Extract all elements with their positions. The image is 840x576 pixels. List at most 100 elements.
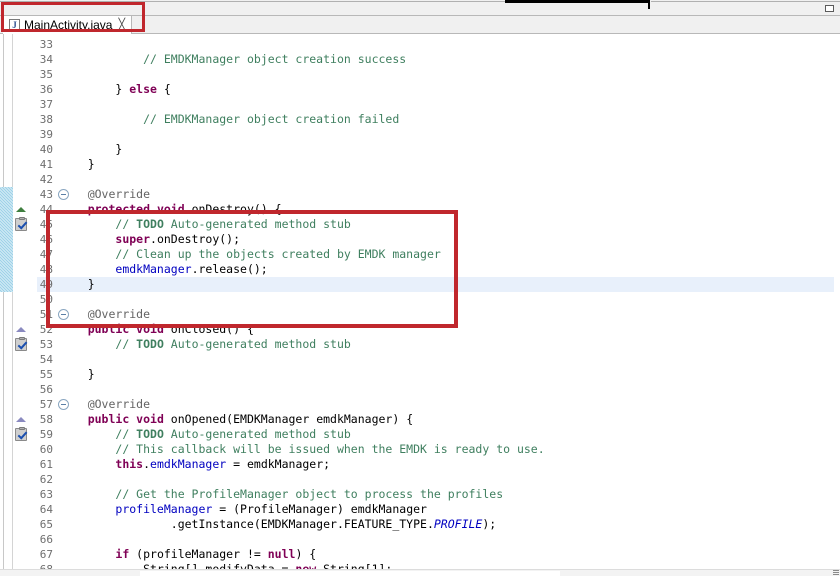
code-editor[interactable]: 3334353637383940414243444546474849505152… <box>0 34 840 576</box>
code-token: // <box>115 427 136 441</box>
toolbar-divider-left <box>0 1 505 2</box>
code-token: } <box>60 367 95 381</box>
line-number: 62 <box>40 472 53 487</box>
vertical-scrollbar[interactable] <box>834 34 840 576</box>
code-token: // <box>115 217 136 231</box>
eclipse-java-editor-window: MainActivity.java ╳ 33343536373839404142… <box>0 0 840 576</box>
code-token: = emdkManager; <box>226 457 330 471</box>
code-token <box>60 232 115 246</box>
line-number: 66 <box>40 532 53 547</box>
code-line[interactable]: } <box>60 142 122 157</box>
code-token <box>60 502 115 516</box>
code-token <box>60 322 88 336</box>
code-line[interactable]: protected void onDestroy() { <box>60 202 282 217</box>
code-line[interactable]: .getInstance(EMDKManager.FEATURE_TYPE.PR… <box>60 517 496 532</box>
code-line[interactable]: profileManager = (ProfileManager) emdkMa… <box>60 502 427 517</box>
code-line[interactable]: this.emdkManager = emdkManager; <box>60 457 330 472</box>
code-token <box>60 547 115 561</box>
line-number: 60 <box>40 442 53 457</box>
code-token: null <box>268 547 296 561</box>
code-token: ); <box>482 517 496 531</box>
line-number: 49 <box>40 277 53 292</box>
code-token <box>60 412 88 426</box>
code-line[interactable]: // TODO Auto-generated method stub <box>60 337 351 352</box>
code-token: // Get the ProfileManager object to proc… <box>115 487 503 501</box>
line-number: 56 <box>40 382 53 397</box>
line-number-ruler: 3334353637383940414243444546474849505152… <box>14 34 56 576</box>
code-line[interactable]: public void onOpened(EMDKManager emdkMan… <box>60 412 413 427</box>
code-line[interactable]: // Clean up the objects created by EMDK … <box>60 247 441 262</box>
java-file-icon <box>9 19 20 32</box>
tab-mainactivity-java[interactable]: MainActivity.java ╳ <box>3 16 132 34</box>
code-line[interactable]: super.onDestroy(); <box>60 232 240 247</box>
annotation-ruler[interactable] <box>0 34 13 576</box>
code-token: Auto-generated method stub <box>164 337 351 351</box>
code-line[interactable]: // EMDKManager object creation success <box>60 52 406 67</box>
code-line[interactable]: @Override <box>60 397 150 412</box>
code-token: // This callback will be issued when the… <box>115 442 544 456</box>
code-token: super <box>115 232 150 246</box>
code-line[interactable]: } <box>60 367 95 382</box>
code-line[interactable]: if (profileManager != null) { <box>60 547 316 562</box>
code-line[interactable]: @Override <box>60 187 150 202</box>
code-token: emdkManager <box>115 262 191 276</box>
code-token: // Clean up the objects created by EMDK … <box>115 247 440 261</box>
code-token <box>60 307 88 321</box>
code-token: // <box>115 337 136 351</box>
code-line[interactable]: // TODO Auto-generated method stub <box>60 217 351 232</box>
line-number: 44 <box>40 202 53 217</box>
code-token: .release(); <box>192 262 268 276</box>
line-number: 42 <box>40 172 53 187</box>
code-line[interactable]: // Get the ProfileManager object to proc… <box>60 487 503 502</box>
close-x-icon[interactable]: ╳ <box>118 17 125 33</box>
code-token: onDestroy() { <box>185 202 282 216</box>
code-token: } <box>60 82 129 96</box>
code-line[interactable]: // EMDKManager object creation failed <box>60 112 399 127</box>
code-line[interactable]: } else { <box>60 82 171 97</box>
code-token: onClosed() { <box>164 322 254 336</box>
occurrence-annotation-band[interactable] <box>0 187 13 292</box>
code-line[interactable]: // TODO Auto-generated method stub <box>60 427 351 442</box>
line-number: 40 <box>40 142 53 157</box>
code-line[interactable]: emdkManager.release(); <box>60 262 268 277</box>
restore-window-icon[interactable] <box>825 5 834 12</box>
code-token <box>60 457 115 471</box>
code-line[interactable]: public void onClosed() { <box>60 322 254 337</box>
resize-grip-icon[interactable] <box>833 569 839 575</box>
code-token: // EMDKManager object creation success <box>143 52 406 66</box>
line-number: 61 <box>40 457 53 472</box>
line-number: 45 <box>40 217 53 232</box>
toolbar-strip <box>0 0 840 16</box>
code-token: TODO <box>136 427 164 441</box>
horizontal-scrollbar[interactable] <box>0 569 840 576</box>
code-token: public void <box>88 412 164 426</box>
code-token <box>60 202 88 216</box>
code-token: @Override <box>88 307 150 321</box>
code-token: TODO <box>136 217 164 231</box>
code-line[interactable]: } <box>60 277 95 292</box>
line-number: 67 <box>40 547 53 562</box>
code-line[interactable]: } <box>60 157 95 172</box>
code-text-area[interactable]: // EMDKManager object creation success }… <box>60 34 840 576</box>
horizontal-scrollbar-thumb[interactable] <box>140 571 560 576</box>
line-number: 50 <box>40 292 53 307</box>
code-line[interactable]: @Override <box>60 307 150 322</box>
code-token: { <box>157 82 171 96</box>
toolbar-black-bar <box>505 0 650 3</box>
line-number: 43 <box>40 187 53 202</box>
line-number: 52 <box>40 322 53 337</box>
code-token: (profileManager != <box>129 547 267 561</box>
line-number: 48 <box>40 262 53 277</box>
code-token <box>60 52 143 66</box>
code-token: . <box>143 457 150 471</box>
code-line[interactable]: // This callback will be issued when the… <box>60 442 545 457</box>
code-token: PROFILE <box>434 517 482 531</box>
code-token <box>60 217 115 231</box>
code-token: // EMDKManager object creation failed <box>143 112 399 126</box>
code-token <box>60 397 88 411</box>
code-token <box>60 487 115 501</box>
code-token: @Override <box>88 397 150 411</box>
line-number: 37 <box>40 97 53 112</box>
toolbar-divider-right <box>651 1 840 2</box>
line-number: 63 <box>40 487 53 502</box>
